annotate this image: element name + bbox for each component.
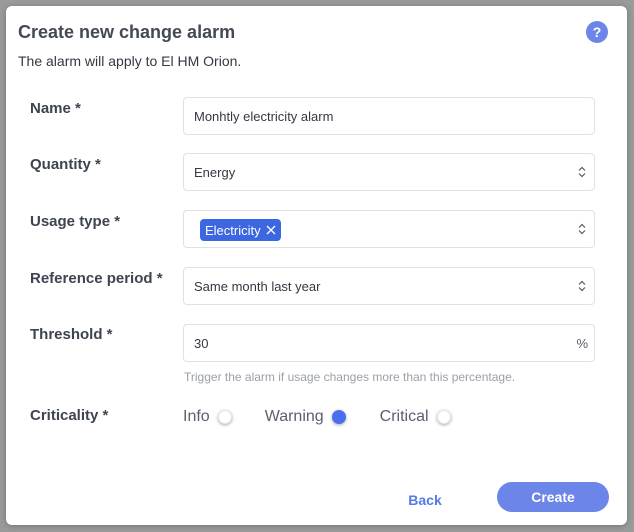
radio-info[interactable] [217, 410, 232, 424]
name-field-box [183, 97, 595, 135]
quantity-value: Energy [194, 165, 236, 180]
quantity-label: Quantity * [30, 156, 101, 173]
radio-critical[interactable] [436, 410, 451, 424]
usage-type-tag-label: Electricity [205, 222, 261, 238]
create-button[interactable]: Create [497, 482, 609, 512]
remove-tag-icon[interactable] [265, 224, 277, 236]
dialog-title: Create new change alarm [18, 22, 236, 42]
reference-period-select[interactable]: Same month last year [183, 267, 595, 305]
criticality-option-warning[interactable]: Warning [265, 408, 346, 426]
select-arrows-icon [578, 280, 586, 292]
quantity-select[interactable]: Energy [183, 153, 595, 191]
dialog-subtitle: The alarm will apply to El HM Orion. [18, 53, 242, 69]
reference-period-label: Reference period * [30, 270, 163, 287]
radio-label: Warning [264, 408, 324, 425]
threshold-field-box: % [183, 324, 595, 362]
usage-type-tag: Electricity [200, 219, 281, 241]
radio-warning[interactable] [331, 410, 346, 424]
criticality-radio-group: Info Warning Critical [183, 408, 451, 426]
criticality-option-critical[interactable]: Critical [380, 408, 451, 426]
name-input[interactable] [184, 98, 594, 134]
create-alarm-dialog: Create new change alarm ? The alarm will… [6, 6, 627, 525]
reference-period-value: Same month last year [194, 279, 321, 294]
name-label: Name * [30, 100, 81, 117]
criticality-option-info[interactable]: Info [183, 408, 232, 426]
radio-label: Info [183, 408, 210, 425]
help-icon[interactable]: ? [586, 21, 608, 43]
criticality-label: Criticality * [30, 407, 109, 424]
threshold-label: Threshold * [30, 326, 113, 343]
select-arrows-icon [578, 166, 586, 178]
select-arrows-icon [578, 223, 586, 235]
threshold-input[interactable] [184, 325, 594, 361]
usage-type-label: Usage type * [30, 213, 121, 230]
radio-label: Critical [379, 408, 429, 425]
threshold-hint: Trigger the alarm if usage changes more … [184, 370, 516, 384]
percent-unit: % [576, 336, 588, 351]
usage-type-select[interactable]: Electricity [183, 210, 595, 248]
back-button[interactable]: Back [391, 487, 459, 513]
